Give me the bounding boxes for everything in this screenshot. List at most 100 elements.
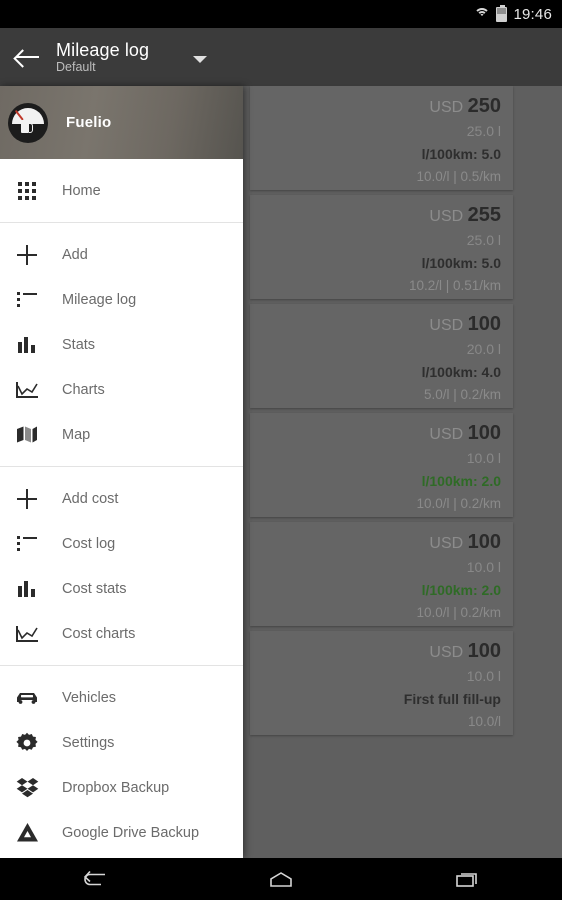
car-icon [17, 692, 37, 704]
drawer-group-spacer [0, 457, 243, 466]
dropbox-icon [16, 778, 38, 798]
drawer-item-charts[interactable]: Charts [0, 367, 243, 412]
drawer-item-cost-log[interactable]: Cost log [0, 521, 243, 566]
drawer-group: Add Mileage log Stats Charts Map [0, 223, 243, 466]
drawer-group: Add cost Cost log Cost stats Cost charts [0, 467, 243, 665]
entry-currency: USD [429, 426, 464, 443]
wifi-icon [473, 7, 490, 21]
list-icon [17, 292, 37, 307]
app-name-label: Fuelio [66, 114, 112, 131]
drawer-item-label: Mileage log [62, 291, 137, 308]
plus-icon-wrap [14, 242, 40, 268]
drawer-item-list[interactable]: Home Add Mileage log Stats Charts Map Add cost… [0, 159, 243, 858]
drawer-item-stats[interactable]: Stats [0, 322, 243, 367]
status-bar-clock: 19:46 [513, 5, 552, 23]
entry-volume: 10.0 l [466, 668, 501, 684]
entry-consumption: l/100km: 5.0 [421, 146, 501, 162]
entry-rates: 10.0/l | 0.2/km [416, 496, 501, 511]
drawer-item-label: Cost charts [62, 625, 136, 642]
battery-icon [496, 4, 508, 22]
drawer-item-add[interactable]: Add [0, 232, 243, 277]
entry-rates: 10.2/l | 0.51/km [408, 278, 501, 293]
drawer-item-label: Stats [62, 336, 96, 353]
grid-apps-icon [18, 181, 36, 200]
drawer-item-label: Google Drive Backup [62, 824, 200, 841]
drawer-group: Vehicles Settings Dropbox Backup Google Dri… [0, 666, 243, 858]
drawer-item-label: Add cost [62, 490, 119, 507]
chevron-down-icon[interactable] [193, 55, 208, 63]
drawer-item-add-cost[interactable]: Add cost [0, 476, 243, 521]
entry-consumption: First full fill-up [403, 691, 501, 707]
entry-volume: 10.0 l [466, 559, 501, 575]
drawer-item-vehicles[interactable]: Vehicles [0, 675, 243, 720]
entry-rates: 5.0/l | 0.2/km [423, 387, 501, 402]
entry-volume: 25.0 l [466, 232, 501, 248]
entry-amount: USD 255 [250, 203, 501, 229]
entry-rates: 10.0/l [467, 714, 501, 729]
drawer-item-label: Cost log [62, 535, 116, 552]
car-icon-wrap [14, 685, 40, 711]
drawer-group: Home [0, 159, 243, 222]
google-drive-icon [16, 823, 38, 842]
app-bar: Mileage log Default [0, 28, 562, 86]
entry-amount-value: 250 [467, 95, 501, 117]
drawer-item-mileage-log[interactable]: Mileage log [0, 277, 243, 322]
line-chart-icon-wrap [14, 621, 40, 647]
mileage-entry-card[interactable]: USD 255 25.0 l l/100km: 5.0 10.2/l | 0.51/k… [250, 195, 513, 299]
mileage-entry-card[interactable]: USD 250 25.0 l l/100km: 5.0 10.0/l | 0.5/km [250, 86, 513, 190]
drawer-item-google-drive-backup[interactable]: Google Drive Backup [0, 810, 243, 855]
drawer-item-label: Map [62, 426, 91, 443]
entry-amount: USD 100 [250, 639, 501, 665]
drawer-item-label: Dropbox Backup [62, 779, 170, 796]
drawer-item-home[interactable]: Home [0, 168, 243, 213]
app-bar-titles: Mileage log Default [56, 40, 149, 74]
entry-currency: USD [429, 644, 464, 661]
drawer-item-cost-stats[interactable]: Cost stats [0, 566, 243, 611]
line-chart-icon [16, 625, 38, 642]
entry-amount: USD 250 [250, 94, 501, 120]
gear-icon [16, 732, 38, 751]
list-icon-wrap [14, 531, 40, 557]
drawer-item-settings[interactable]: Settings [0, 720, 243, 765]
mileage-entry-card[interactable]: USD 100 10.0 l First full fill-up 10.0/l [250, 631, 513, 735]
entry-consumption: l/100km: 2.0 [421, 473, 501, 489]
page-subtitle: Default [56, 60, 96, 75]
gear-icon-wrap [14, 730, 40, 756]
mileage-entry-card[interactable]: USD 100 10.0 l l/100km: 2.0 10.0/l | 0.2/km [250, 522, 513, 626]
entry-currency: USD [429, 317, 464, 334]
entry-volume: 10.0 l [466, 450, 501, 466]
list-icon [17, 536, 37, 551]
mileage-entry-card[interactable]: USD 100 20.0 l l/100km: 4.0 5.0/l | 0.2/km [250, 304, 513, 408]
drawer-header: Fuelio [0, 86, 243, 159]
map-icon [17, 426, 37, 443]
nav-back-button[interactable] [59, 858, 129, 900]
drawer-item-label: Charts [62, 381, 105, 398]
map-icon-wrap [14, 422, 40, 448]
drawer-group-spacer [0, 656, 243, 665]
nav-recents-button[interactable] [433, 858, 503, 900]
android-screen: 19:46 Mileage log Default USD 250 25.0 l l… [0, 0, 562, 900]
status-bar: 19:46 [0, 0, 562, 28]
nav-home-icon [268, 871, 294, 888]
back-button[interactable] [0, 28, 56, 86]
drawer-group-spacer [0, 213, 243, 222]
entry-amount-value: 255 [467, 204, 501, 226]
entry-consumption: l/100km: 5.0 [421, 255, 501, 271]
drawer-item-label: Add [62, 246, 88, 263]
entry-amount-value: 100 [467, 640, 501, 662]
nav-home-button[interactable] [246, 858, 316, 900]
list-icon-wrap [14, 287, 40, 313]
plus-icon-wrap [14, 486, 40, 512]
drawer-item-label: Cost stats [62, 580, 127, 597]
plus-icon [17, 488, 37, 509]
drawer-group-spacer [0, 159, 243, 168]
nav-back-icon [81, 871, 107, 887]
mileage-entry-card[interactable]: USD 100 10.0 l l/100km: 2.0 10.0/l | 0.2/km [250, 413, 513, 517]
dropbox-icon-wrap [14, 775, 40, 801]
drawer-item-dropbox-backup[interactable]: Dropbox Backup [0, 765, 243, 810]
entry-amount: USD 100 [250, 421, 501, 447]
drawer-item-map[interactable]: Map [0, 412, 243, 457]
navigation-drawer[interactable]: Fuelio Home Add Mileage log Stats Charts Map A… [0, 86, 243, 858]
drawer-item-cost-charts[interactable]: Cost charts [0, 611, 243, 656]
entry-amount: USD 100 [250, 312, 501, 338]
